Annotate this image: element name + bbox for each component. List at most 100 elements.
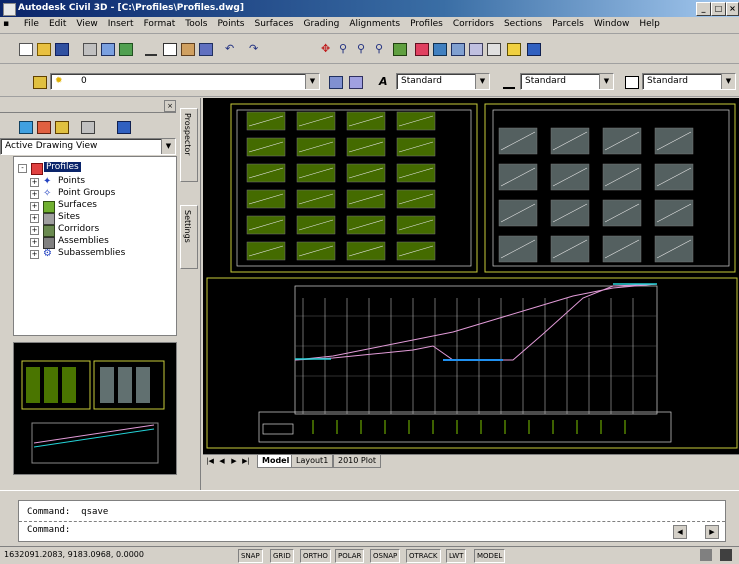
scroll-right-icon[interactable]: ▶ [705, 525, 719, 539]
expand-icon[interactable]: + [30, 202, 39, 211]
close-button[interactable]: × [726, 2, 739, 16]
view-select[interactable]: Active Drawing View ▼ [0, 138, 176, 155]
horizontal-scrollbar[interactable] [203, 468, 739, 488]
collapse-icon[interactable]: - [18, 164, 27, 173]
prev-tab-icon[interactable]: ◀ [217, 456, 227, 467]
maximize-button[interactable]: □ [711, 2, 726, 16]
chevron-down-icon[interactable]: ▼ [305, 74, 319, 89]
expand-icon[interactable]: + [30, 250, 39, 259]
tab-layout1[interactable]: Layout1 [291, 455, 334, 468]
zoom-window-icon[interactable]: ⚲ [354, 40, 372, 57]
minimize-button[interactable]: _ [696, 2, 711, 16]
table-style-icon[interactable] [622, 73, 640, 90]
copy-icon[interactable] [160, 40, 178, 57]
tool-palettes-icon[interactable] [430, 40, 448, 57]
open-icon[interactable] [34, 40, 52, 57]
menu-item[interactable]: Edit [44, 17, 71, 29]
tab-prospector[interactable]: Prospector [180, 108, 198, 182]
menu-item[interactable]: Points [212, 17, 249, 29]
make-current-layer-icon[interactable] [326, 73, 344, 90]
next-tab-icon[interactable]: ▶ [229, 456, 239, 467]
model-toggle[interactable]: MODEL [474, 549, 506, 563]
osnap-toggle[interactable]: OSNAP [370, 549, 401, 563]
grid-toggle[interactable]: GRID [270, 549, 294, 563]
expand-icon[interactable]: + [30, 190, 39, 199]
menu-item[interactable]: Insert [103, 17, 139, 29]
layer-previous-icon[interactable] [346, 73, 364, 90]
redo-icon[interactable]: ↷ [246, 40, 264, 57]
menu-item[interactable]: Parcels [547, 17, 589, 29]
preview-icon[interactable] [98, 40, 116, 57]
scroll-left-icon[interactable]: ◀ [673, 525, 687, 539]
menu-item[interactable]: Profiles [405, 17, 448, 29]
tab-model[interactable]: Model [257, 455, 295, 468]
menu-item[interactable]: Alignments [344, 17, 405, 29]
publish-icon[interactable] [116, 40, 134, 57]
dim-style-icon[interactable] [500, 73, 518, 90]
chevron-down-icon[interactable]: ▼ [599, 74, 613, 89]
menu-item[interactable]: Grading [298, 17, 344, 29]
chevron-down-icon[interactable]: ▼ [161, 139, 175, 154]
dim-style-select[interactable]: Standard ▼ [520, 73, 614, 90]
text-style-icon[interactable]: A [376, 73, 394, 90]
cut-icon[interactable] [142, 40, 160, 57]
menu-item[interactable]: Help [634, 17, 665, 29]
tab-plot[interactable]: 2010 Plot [333, 455, 381, 468]
panel-menu-button[interactable]: × [164, 100, 176, 112]
expand-icon[interactable]: + [30, 178, 39, 187]
quickcalc-icon[interactable] [484, 40, 502, 57]
paste-icon[interactable] [178, 40, 196, 57]
designcenter-icon[interactable] [412, 40, 430, 57]
snap-toggle[interactable]: SNAP [238, 549, 263, 563]
toolspace-icon-1[interactable] [16, 118, 34, 135]
menu-item[interactable]: View [71, 17, 102, 29]
last-tab-icon[interactable]: ▶| [241, 456, 251, 467]
toolbar-extra-icon[interactable] [524, 40, 542, 57]
expand-icon[interactable]: + [30, 214, 39, 223]
command-history[interactable]: Command: qsave Command: ◀ ▶ [18, 500, 726, 542]
toolspace-icon-2[interactable] [34, 118, 52, 135]
clean-screen-icon[interactable] [720, 549, 732, 561]
menu-item[interactable]: Window [589, 17, 635, 29]
menu-item[interactable]: Format [139, 17, 181, 29]
zoom-previous-icon[interactable]: ⚲ [372, 40, 390, 57]
ortho-toggle[interactable]: ORTHO [300, 549, 331, 563]
expand-icon[interactable]: + [30, 226, 39, 235]
first-tab-icon[interactable]: |◀ [205, 456, 215, 467]
layer-properties-icon[interactable] [30, 73, 48, 90]
toolspace-icon-4[interactable] [78, 118, 96, 135]
table-style-select[interactable]: Standard ▼ [642, 73, 736, 90]
layer-select[interactable]: 0 ✹ ▼ [50, 73, 320, 90]
plot-icon[interactable] [80, 40, 98, 57]
lwt-toggle[interactable]: LWT [446, 549, 467, 563]
save-icon[interactable] [52, 40, 70, 57]
properties-icon[interactable] [390, 40, 408, 57]
help-icon[interactable] [504, 40, 522, 57]
menu-item[interactable]: Sections [499, 17, 547, 29]
new-icon[interactable] [16, 40, 34, 57]
markup-icon[interactable] [466, 40, 484, 57]
toolspace-icon-3[interactable] [52, 118, 70, 135]
chevron-down-icon[interactable]: ▼ [721, 74, 735, 89]
polar-toggle[interactable]: POLAR [335, 549, 365, 563]
menu-item[interactable]: Corridors [448, 17, 499, 29]
text-style-select[interactable]: Standard ▼ [396, 73, 490, 90]
menu-item[interactable]: Tools [180, 17, 212, 29]
toolspace-icon-5[interactable] [114, 118, 132, 135]
sheet-set-icon[interactable] [448, 40, 466, 57]
undo-icon[interactable]: ↶ [222, 40, 240, 57]
menu-item[interactable]: Surfaces [250, 17, 299, 29]
model-space-canvas[interactable] [203, 98, 739, 454]
doc-menu-icon[interactable]: ▪ [0, 17, 16, 29]
otrack-toggle[interactable]: OTRACK [406, 549, 441, 563]
expand-icon[interactable]: + [30, 238, 39, 247]
pan-icon[interactable]: ✥ [318, 40, 336, 57]
match-properties-icon[interactable] [196, 40, 214, 57]
app-icon[interactable] [3, 3, 16, 16]
zoom-realtime-icon[interactable]: ⚲ [336, 40, 354, 57]
tab-settings[interactable]: Settings [180, 205, 198, 269]
tray-icon[interactable] [700, 549, 712, 561]
command-prompt[interactable]: Command: [27, 525, 70, 535]
chevron-down-icon[interactable]: ▼ [475, 74, 489, 89]
menu-item[interactable]: File [19, 17, 44, 29]
